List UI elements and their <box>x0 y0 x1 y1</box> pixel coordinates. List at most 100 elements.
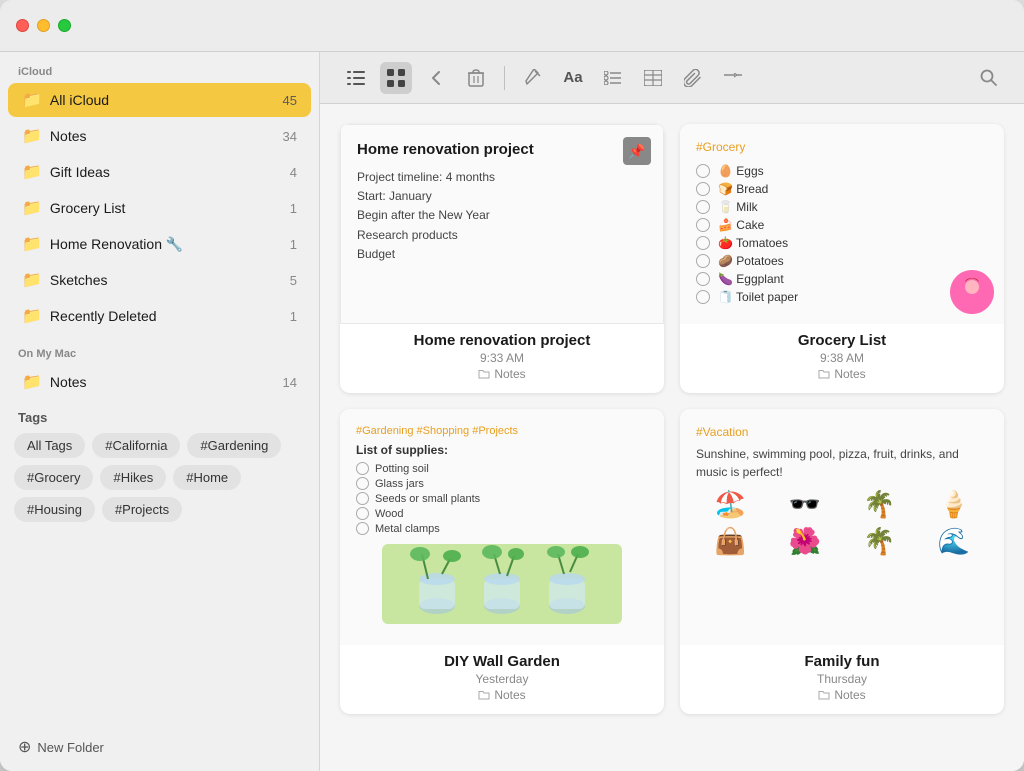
emoji-beach: 🏖️ <box>696 489 765 520</box>
list-item: Metal clamps <box>356 521 648 536</box>
tag-gardening[interactable]: #Gardening <box>187 433 281 458</box>
list-item: 🧻 Toilet paper <box>696 288 988 306</box>
note-card-home-renovation[interactable]: Home renovation project Project timeline… <box>340 124 664 393</box>
folder-icon: 📁 <box>22 90 42 110</box>
list-item: Potting soil <box>356 461 648 476</box>
folder-icon: 📁 <box>22 198 42 218</box>
note-card-grocery-list[interactable]: #Grocery 🥚 Eggs 🍞 Bread 🥛 Milk 🍰 Cake 🍅 … <box>680 124 1004 393</box>
grocery-items-list: 🥚 Eggs 🍞 Bread 🥛 Milk 🍰 Cake 🍅 Tomatoes … <box>696 162 988 306</box>
sidebar-item-label: Grocery List <box>50 200 282 216</box>
diy-tag: #Gardening #Shopping #Projects <box>356 425 648 437</box>
on-my-mac-section-label: On My Mac <box>0 334 319 364</box>
sidebar-item-count: 1 <box>290 201 297 216</box>
list-view-button[interactable] <box>340 62 372 94</box>
sidebar-item-label: All iCloud <box>50 92 275 108</box>
sidebar-item-label: Gift Ideas <box>50 164 282 180</box>
sidebar-item-home-renovation[interactable]: 📁 Home Renovation 🔧 1 <box>8 227 311 261</box>
family-emoji-grid: 🏖️ 🕶️ 🌴 🍦 👜 🌺 🌴 🌊 <box>696 489 988 557</box>
note-time: 9:33 AM <box>352 351 652 365</box>
note-card-family-fun[interactable]: #Vacation Sunshine, swimming pool, pizza… <box>680 409 1004 714</box>
sidebar-item-notes[interactable]: 📁 Notes 34 <box>8 119 311 153</box>
sidebar-item-count: 45 <box>283 93 297 108</box>
tag-housing[interactable]: #Housing <box>14 497 95 522</box>
notes-grid: Home renovation project Project timeline… <box>320 104 1024 771</box>
list-item: 🍅 Tomatoes <box>696 234 988 252</box>
folder-small-icon <box>818 369 830 379</box>
search-button[interactable] <box>972 62 1004 94</box>
checklist-button[interactable] <box>597 62 629 94</box>
folder-small-icon <box>818 690 830 700</box>
note-card-footer: Family fun Thursday Notes <box>680 645 1004 714</box>
sidebar-item-label: Home Renovation 🔧 <box>50 236 282 253</box>
note-preview-diy: #Gardening #Shopping #Projects List of s… <box>340 409 664 645</box>
diy-subtitle: List of supplies: <box>356 443 648 457</box>
sidebar-item-mac-notes[interactable]: 📁 Notes 14 <box>8 365 311 399</box>
new-folder-button[interactable]: ⊕ New Folder <box>0 727 319 771</box>
tag-home[interactable]: #Home <box>173 465 241 490</box>
close-button[interactable] <box>16 19 29 32</box>
list-item: 🥔 Potatoes <box>696 252 988 270</box>
table-button[interactable] <box>637 62 669 94</box>
note-preview-family: #Vacation Sunshine, swimming pool, pizza… <box>680 409 1004 645</box>
more-button[interactable] <box>717 62 749 94</box>
emoji-wave: 🌊 <box>920 526 989 557</box>
folder-small-icon <box>478 369 490 379</box>
sidebar-item-count: 14 <box>283 375 297 390</box>
list-item: 🥚 Eggs <box>696 162 988 180</box>
compose-button[interactable] <box>517 62 549 94</box>
list-item: 🍞 Bread <box>696 180 988 198</box>
sidebar-item-sketches[interactable]: 📁 Sketches 5 <box>8 263 311 297</box>
back-button[interactable] <box>420 62 452 94</box>
emoji-icecream: 🍦 <box>920 489 989 520</box>
app-window: iCloud 📁 All iCloud 45 📁 Notes 34 📁 Gift… <box>0 0 1024 771</box>
emoji-palm: 🌴 <box>845 489 914 520</box>
sidebar-item-all-icloud[interactable]: 📁 All iCloud 45 <box>8 83 311 117</box>
note-folder: Notes <box>352 688 652 702</box>
list-item: Wood <box>356 506 648 521</box>
sidebar-item-count: 4 <box>290 165 297 180</box>
emoji-sunglasses: 🕶️ <box>771 489 840 520</box>
plant-illustration <box>356 544 648 624</box>
sidebar-item-recently-deleted[interactable]: 📁 Recently Deleted 1 <box>8 299 311 333</box>
toolbar: Aa <box>320 52 1024 104</box>
new-folder-label: New Folder <box>37 740 103 755</box>
note-card-diy-garden[interactable]: #Gardening #Shopping #Projects List of s… <box>340 409 664 714</box>
folder-icon: 📁 <box>22 270 42 290</box>
icloud-section-label: iCloud <box>0 52 319 82</box>
note-time: Thursday <box>692 672 992 686</box>
folder-icon: 📁 <box>22 126 42 146</box>
sidebar-item-count: 1 <box>290 309 297 324</box>
note-card-footer: DIY Wall Garden Yesterday Notes <box>340 645 664 714</box>
note-preview-home-renovation: Home renovation project Project timeline… <box>340 124 664 324</box>
note-title: Grocery List <box>692 332 992 349</box>
family-tag: #Vacation <box>696 425 988 439</box>
grid-view-button[interactable] <box>380 62 412 94</box>
sidebar-item-grocery-list[interactable]: 📁 Grocery List 1 <box>8 191 311 225</box>
sidebar: iCloud 📁 All iCloud 45 📁 Notes 34 📁 Gift… <box>0 52 320 771</box>
sidebar-item-label: Recently Deleted <box>50 308 282 324</box>
sidebar-item-label: Notes <box>50 128 275 144</box>
sidebar-item-gift-ideas[interactable]: 📁 Gift Ideas 4 <box>8 155 311 189</box>
emoji-bag: 👜 <box>696 526 765 557</box>
tag-hikes[interactable]: #Hikes <box>100 465 166 490</box>
tags-section: Tags All Tags #California #Gardening #Gr… <box>0 400 319 532</box>
tag-all-tags[interactable]: All Tags <box>14 433 85 458</box>
note-title: Home renovation project <box>352 332 652 349</box>
tag-grocery[interactable]: #Grocery <box>14 465 93 490</box>
folder-small-icon <box>478 690 490 700</box>
list-item: 🥛 Milk <box>696 198 988 216</box>
title-bar <box>0 0 1024 52</box>
note-folder: Notes <box>692 367 992 381</box>
tag-projects[interactable]: #Projects <box>102 497 182 522</box>
tag-california[interactable]: #California <box>92 433 180 458</box>
minimize-button[interactable] <box>37 19 50 32</box>
main-content: iCloud 📁 All iCloud 45 📁 Notes 34 📁 Gift… <box>0 52 1024 771</box>
tags-section-label: Tags <box>14 410 305 425</box>
diy-items-list: Potting soil Glass jars Seeds or small p… <box>356 461 648 536</box>
hrp-preview-body: Project timeline: 4 months Start: Januar… <box>357 168 647 264</box>
emoji-tree: 🌴 <box>845 526 914 557</box>
fullscreen-button[interactable] <box>58 19 71 32</box>
delete-button[interactable] <box>460 62 492 94</box>
format-button[interactable]: Aa <box>557 62 589 94</box>
attach-button[interactable] <box>677 62 709 94</box>
